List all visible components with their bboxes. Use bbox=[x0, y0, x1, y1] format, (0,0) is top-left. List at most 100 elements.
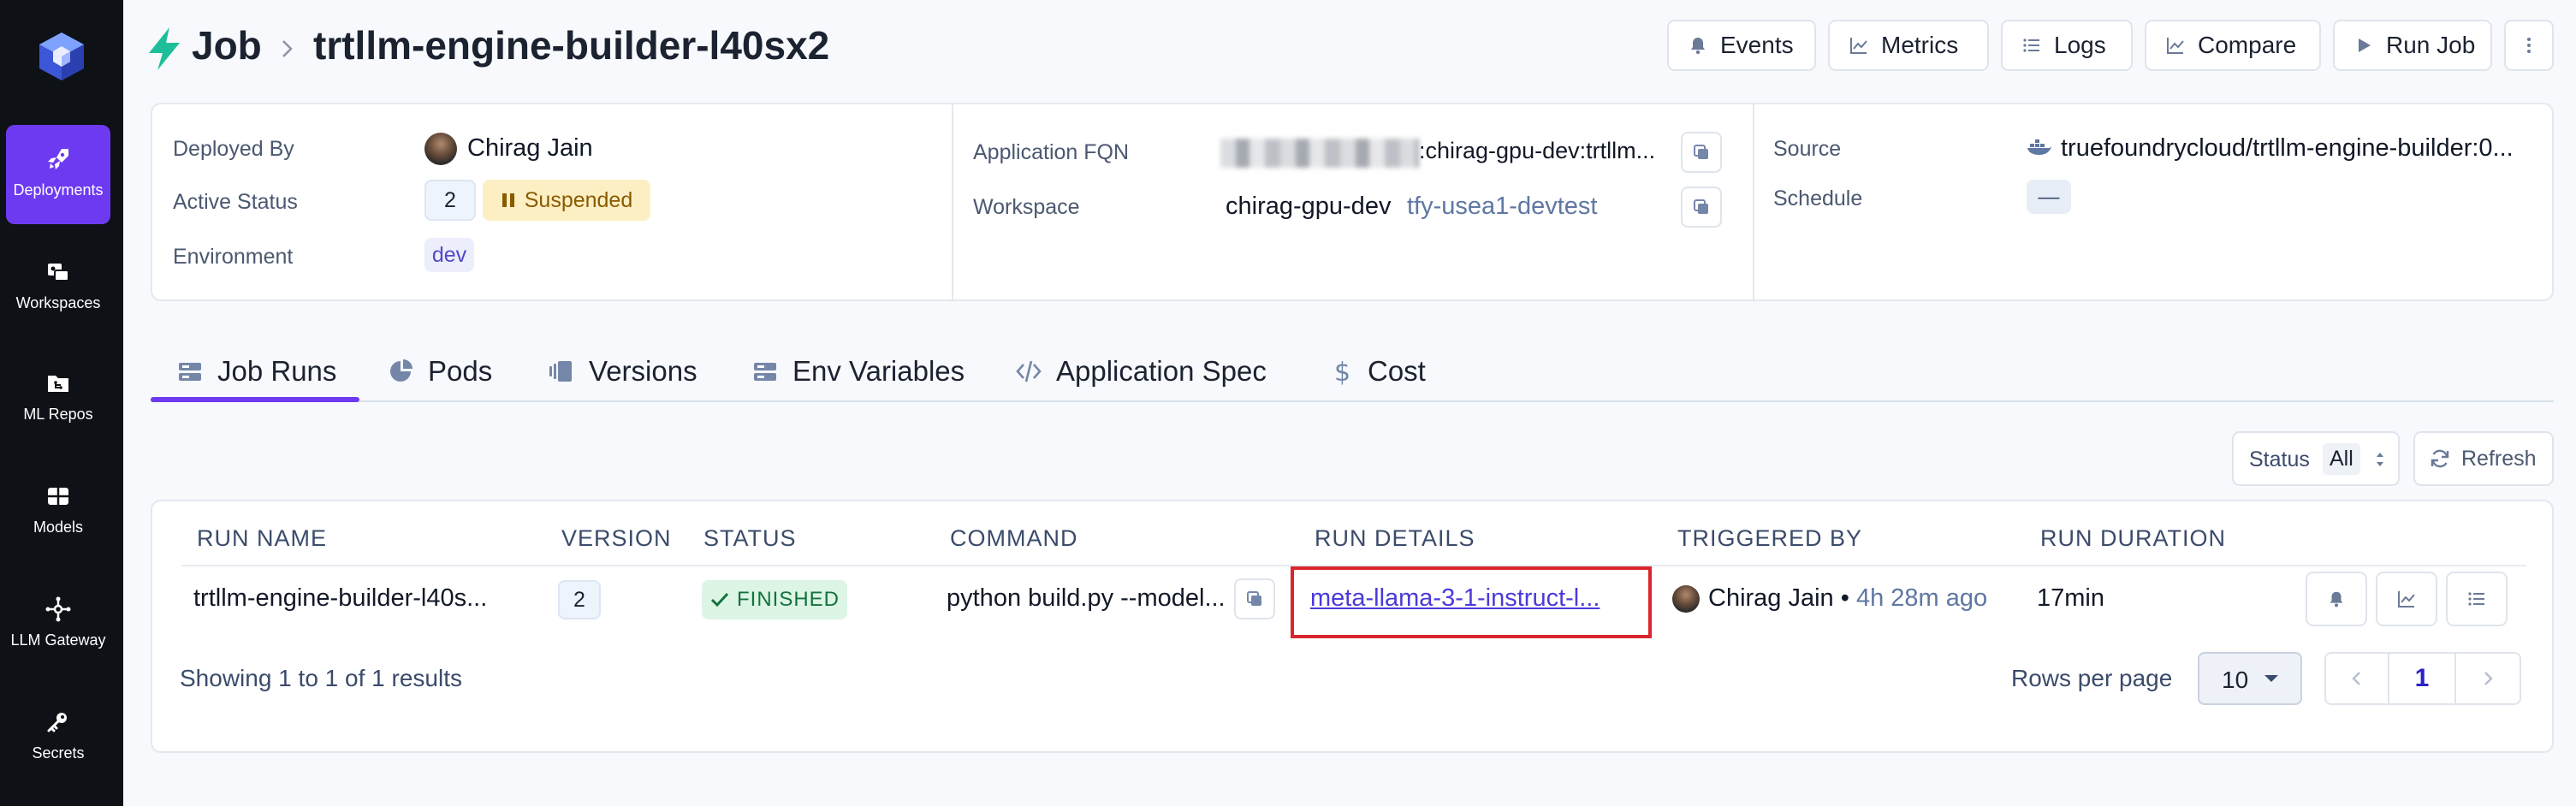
rows-per-page-select[interactable]: 10 bbox=[2198, 652, 2302, 705]
active-tab-indicator bbox=[151, 397, 359, 402]
triggered-by-cell: Chirag Jain • 4h 28m ago bbox=[1708, 584, 1987, 613]
workspace-label: Workspace bbox=[973, 195, 1080, 219]
tabs-divider bbox=[151, 400, 2554, 402]
bell-icon bbox=[1691, 38, 1705, 55]
env-variables-icon bbox=[754, 363, 776, 381]
compare-chart-icon bbox=[2167, 38, 2184, 54]
sidebar-item-models[interactable]: Models bbox=[6, 462, 110, 561]
key-icon bbox=[47, 713, 67, 732]
refresh-label: Refresh bbox=[2461, 446, 2537, 471]
redacted-fqn bbox=[1220, 139, 1419, 168]
tab-label: Pods bbox=[428, 355, 493, 387]
finished-status-badge: FINISHED bbox=[702, 580, 847, 619]
tab-application-spec[interactable]: Application Spec bbox=[1015, 346, 1267, 397]
pause-icon bbox=[502, 193, 514, 207]
tab-label: Job Runs bbox=[217, 355, 337, 387]
status-badge: Suspended bbox=[483, 180, 650, 221]
chart-line-icon bbox=[2398, 591, 2415, 607]
column-header-run-details: RUN DETAILS bbox=[1315, 525, 1475, 551]
versions-icon bbox=[549, 361, 572, 382]
row-metrics-button[interactable] bbox=[2376, 572, 2437, 626]
status-filter-label: Status bbox=[2249, 447, 2310, 471]
folder-icon bbox=[48, 376, 68, 392]
sidebar-item-deployments[interactable]: Deployments bbox=[6, 125, 110, 224]
copy-icon bbox=[1247, 591, 1261, 606]
rocket-icon bbox=[48, 149, 68, 169]
tab-label: Env Variables bbox=[792, 355, 965, 387]
refresh-button[interactable]: Refresh bbox=[2413, 431, 2554, 486]
run-job-button[interactable]: Run Job bbox=[2333, 20, 2492, 71]
source-value[interactable]: truefoundrycloud/trtllm-engine-builder:0… bbox=[2061, 134, 2514, 163]
compare-label: Compare bbox=[2198, 32, 2297, 58]
column-header-version: VERSION bbox=[561, 525, 672, 551]
run-name-cell[interactable]: trtllm-engine-builder-l40s... bbox=[193, 584, 487, 613]
hub-icon bbox=[45, 596, 71, 622]
status-filter-value: All bbox=[2323, 443, 2360, 475]
tab-versions[interactable]: Versions bbox=[548, 346, 697, 397]
more-options-button[interactable] bbox=[2504, 20, 2554, 71]
list-icon bbox=[2468, 592, 2484, 606]
status-filter-select[interactable]: Status All bbox=[2232, 431, 2400, 486]
fqn-label: Application FQN bbox=[973, 140, 1130, 164]
metrics-label: Metrics bbox=[1881, 32, 1959, 58]
column-header-command: COMMAND bbox=[950, 525, 1078, 551]
next-page-button[interactable] bbox=[2454, 652, 2521, 705]
play-icon bbox=[2359, 39, 2371, 52]
avatar bbox=[424, 133, 457, 165]
sidebar-item-workspaces[interactable]: Workspaces bbox=[6, 238, 110, 337]
current-page-number: 1 bbox=[2414, 664, 2430, 692]
active-status-label: Active Status bbox=[173, 190, 298, 214]
fqn-value: :chirag-gpu-dev:trtllm... bbox=[1419, 138, 1656, 163]
svg-text:$: $ bbox=[1334, 358, 1350, 385]
page-kind: Job bbox=[192, 23, 262, 68]
environment-label: Environment bbox=[173, 245, 294, 269]
triggered-separator: • bbox=[1840, 584, 1849, 612]
page-1-button[interactable]: 1 bbox=[2388, 652, 2456, 705]
sidebar-item-ml-repos[interactable]: ML Repos bbox=[6, 349, 110, 448]
pie-chart-icon bbox=[390, 359, 413, 382]
tab-cost[interactable]: $ Cost bbox=[1327, 346, 1426, 397]
row-logs-button[interactable] bbox=[2446, 572, 2508, 626]
sidebar: Deployments Workspaces ML Repos Models L… bbox=[0, 0, 123, 806]
logs-button[interactable]: Logs bbox=[2001, 20, 2133, 71]
sidebar-item-label: Workspaces bbox=[15, 294, 101, 311]
version-badge: 2 bbox=[424, 180, 476, 221]
deployed-by-label: Deployed By bbox=[173, 137, 294, 161]
page-title: trtllm-engine-builder-l40sx2 bbox=[313, 23, 830, 68]
triggered-time-ago: 4h 28m ago bbox=[1855, 584, 1988, 612]
metrics-button[interactable]: Metrics bbox=[1828, 20, 1989, 71]
list-icon bbox=[2023, 39, 2039, 52]
cluster-value[interactable]: tfy-usea1-devtest bbox=[1407, 193, 1597, 221]
workspaces-icon bbox=[48, 264, 69, 282]
column-divider bbox=[1753, 104, 1754, 299]
copy-workspace-button[interactable] bbox=[1681, 187, 1722, 228]
caret-down-icon bbox=[2264, 675, 2278, 682]
copy-fqn-button[interactable] bbox=[1681, 132, 1722, 173]
previous-page-button[interactable] bbox=[2324, 652, 2389, 705]
copy-command-button[interactable] bbox=[1234, 578, 1275, 619]
sidebar-item-llm-gateway[interactable]: LLM Gateway bbox=[6, 575, 110, 674]
events-button[interactable]: Events bbox=[1667, 20, 1816, 71]
chevron-right-icon bbox=[2484, 672, 2493, 685]
sidebar-item-label: ML Repos bbox=[23, 406, 93, 423]
column-divider bbox=[952, 104, 953, 299]
rows-per-page-value: 10 bbox=[2222, 667, 2249, 693]
sidebar-item-label: Secrets bbox=[32, 744, 85, 762]
compare-button[interactable]: Compare bbox=[2145, 20, 2321, 71]
truefoundry-logo[interactable] bbox=[34, 29, 89, 84]
sidebar-item-secrets[interactable]: Secrets bbox=[6, 688, 110, 787]
tab-env-variables[interactable]: Env Variables bbox=[751, 346, 965, 397]
tab-pods[interactable]: Pods bbox=[387, 346, 492, 397]
triggered-by-user: Chirag Jain bbox=[1708, 584, 1834, 612]
dollar-icon: $ bbox=[1334, 358, 1350, 385]
workspace-value[interactable]: chirag-gpu-dev bbox=[1226, 193, 1391, 221]
schedule-label: Schedule bbox=[1773, 187, 1863, 210]
copy-icon bbox=[1694, 145, 1708, 159]
tab-job-runs[interactable]: Job Runs bbox=[176, 346, 336, 397]
refresh-icon bbox=[2431, 449, 2449, 468]
schedule-value: — bbox=[2027, 180, 2071, 214]
lightning-icon bbox=[149, 27, 180, 70]
column-header-run-duration: RUN DURATION bbox=[2040, 525, 2226, 551]
copy-icon bbox=[1694, 199, 1708, 214]
row-events-button[interactable] bbox=[2306, 572, 2367, 626]
